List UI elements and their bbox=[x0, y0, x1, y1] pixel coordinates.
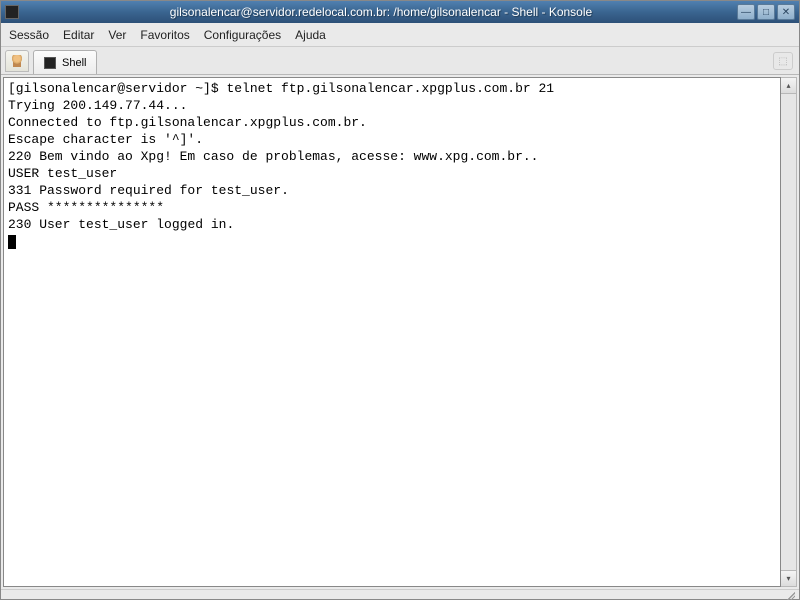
username: test_user bbox=[78, 217, 148, 232]
cursor-icon bbox=[8, 235, 16, 249]
statusbar bbox=[1, 589, 799, 599]
text-segment: USER bbox=[8, 166, 47, 181]
username: test_user bbox=[211, 183, 281, 198]
terminal-line: Trying 200.149.77.44... bbox=[8, 97, 776, 114]
vertical-scrollbar[interactable]: ▴ ▾ bbox=[781, 77, 797, 587]
terminal-line: [gilsonalencar@servidor ~]$ telnet ftp.g… bbox=[8, 80, 776, 97]
konsole-window: gilsonalencar@servidor.redelocal.com.br:… bbox=[0, 0, 800, 600]
menubar: Sessão Editar Ver Favoritos Configuraçõe… bbox=[1, 23, 799, 47]
terminal-cursor-line bbox=[8, 233, 776, 250]
scroll-down-button[interactable]: ▾ bbox=[781, 570, 796, 586]
tab-label: Shell bbox=[62, 57, 86, 69]
text-segment: 230 User bbox=[8, 217, 78, 232]
text-segment: . bbox=[281, 183, 289, 198]
menu-edit[interactable]: Editar bbox=[63, 28, 94, 42]
maximize-button[interactable]: □ bbox=[757, 4, 775, 20]
app-icon bbox=[5, 5, 19, 19]
new-tab-button[interactable] bbox=[5, 50, 29, 72]
terminal-line: 331 Password required for test_user. bbox=[8, 182, 776, 199]
tabbar: Shell ⬚ bbox=[1, 47, 799, 75]
titlebar[interactable]: gilsonalencar@servidor.redelocal.com.br:… bbox=[1, 1, 799, 23]
resize-grip-icon[interactable] bbox=[785, 590, 795, 600]
menu-favorites[interactable]: Favoritos bbox=[140, 28, 189, 42]
menu-view[interactable]: Ver bbox=[108, 28, 126, 42]
username: test_user bbox=[47, 166, 117, 181]
window-title: gilsonalencar@servidor.redelocal.com.br:… bbox=[25, 5, 737, 19]
menu-session[interactable]: Sessão bbox=[9, 28, 49, 42]
terminal-line: USER test_user bbox=[8, 165, 776, 182]
text-segment: logged in. bbox=[148, 217, 234, 232]
menu-help[interactable]: Ajuda bbox=[295, 28, 326, 42]
terminal-icon bbox=[44, 57, 56, 69]
close-button[interactable]: ✕ bbox=[777, 4, 795, 20]
terminal-container: [gilsonalencar@servidor ~]$ telnet ftp.g… bbox=[1, 75, 799, 589]
tab-close-corner-button[interactable]: ⬚ bbox=[773, 52, 793, 70]
terminal-line: 220 Bem vindo ao Xpg! Em caso de problem… bbox=[8, 148, 776, 165]
terminal-line: 230 User test_user logged in. bbox=[8, 216, 776, 233]
window-controls: — □ ✕ bbox=[737, 4, 795, 20]
minimize-button[interactable]: — bbox=[737, 4, 755, 20]
scroll-up-button[interactable]: ▴ bbox=[781, 78, 796, 94]
terminal-line: Connected to ftp.gilsonalencar.xpgplus.c… bbox=[8, 114, 776, 131]
terminal-output[interactable]: [gilsonalencar@servidor ~]$ telnet ftp.g… bbox=[3, 77, 781, 587]
terminal-line: Escape character is '^]'. bbox=[8, 131, 776, 148]
text-segment: 331 Password required for bbox=[8, 183, 211, 198]
person-icon bbox=[11, 55, 23, 67]
shell-command: telnet ftp.gilsonalencar.xpgplus.com.br … bbox=[226, 81, 554, 96]
menu-settings[interactable]: Configurações bbox=[204, 28, 281, 42]
terminal-line: PASS *************** bbox=[8, 199, 776, 216]
shell-prompt: [gilsonalencar@servidor ~]$ bbox=[8, 81, 226, 96]
tab-shell[interactable]: Shell bbox=[33, 50, 97, 74]
